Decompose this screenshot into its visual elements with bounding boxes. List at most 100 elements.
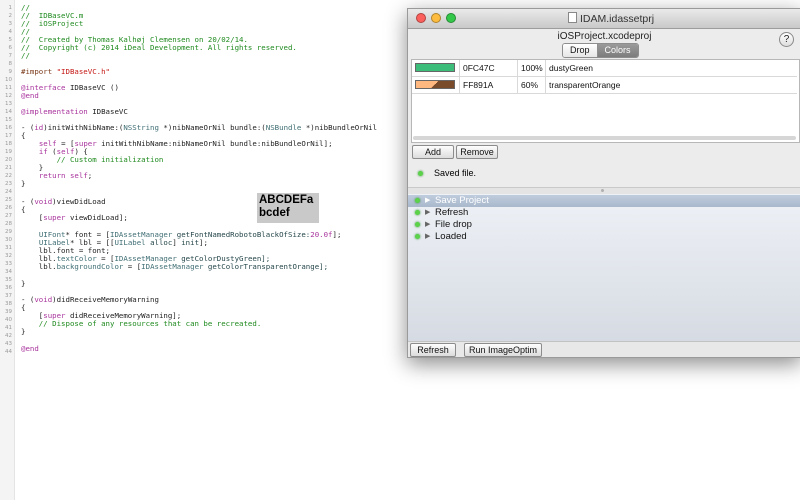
line-number: 27	[5, 213, 12, 219]
code-token: init	[181, 238, 200, 247]
hex-cell[interactable]: 0FC47C	[460, 60, 518, 76]
hex-cell[interactable]: FF891A	[460, 77, 518, 93]
table-row[interactable]: FF891A 60% transparentOrange	[412, 77, 797, 94]
log-item-loaded[interactable]: ▶ Loaded	[408, 231, 800, 243]
project-name: iOSProject.xcodeproj	[557, 31, 652, 42]
log-ok-icon	[415, 210, 420, 215]
line-number: 29	[5, 229, 12, 235]
log-item-file-drop[interactable]: ▶ File drop	[408, 219, 800, 231]
name-cell[interactable]: transparentOrange	[546, 77, 797, 93]
view-segmented-control: Drop Colors	[562, 43, 639, 58]
code-line: }	[21, 179, 26, 188]
code-token: void	[34, 295, 53, 304]
line-number: 30	[5, 237, 12, 243]
zoom-window-icon[interactable]	[446, 13, 456, 23]
code-token: *)nibBundleOrNil	[301, 123, 378, 132]
log-item-refresh[interactable]: ▶ Refresh	[408, 207, 800, 219]
alpha-cell[interactable]: 100%	[518, 60, 546, 76]
line-number: 18	[5, 141, 12, 147]
window-titlebar[interactable]: IDAM.idassetprj	[408, 9, 800, 29]
status-text: Saved file.	[434, 168, 477, 178]
log-item-label: Save Project	[435, 195, 489, 206]
code-token: IDBaseVC	[87, 107, 128, 116]
line-number-gutter: 1 2 3 4 5 6 7 8 9 10 11 12 13 14 15 16 17 18 19 20 21 22 23 24 2…	[0, 0, 15, 500]
line-number: 38	[5, 301, 12, 307]
code-line: }	[21, 327, 26, 336]
disclosure-triangle-icon[interactable]: ▶	[425, 231, 430, 243]
code-line: - (void)viewDidLoad	[21, 198, 106, 206]
line-number: 25	[5, 197, 12, 203]
code-line: @end	[21, 344, 39, 353]
code-token: ]	[172, 238, 182, 247]
line-number: 36	[5, 285, 12, 291]
log-item-label: File drop	[435, 219, 472, 230]
action-log-list[interactable]: ▶ Save Project ▶ Refresh ▶ File drop ▶ L…	[408, 194, 800, 341]
line-number: 10	[5, 77, 12, 83]
code-line: //	[21, 51, 30, 60]
remove-color-button[interactable]: Remove	[456, 145, 498, 159]
line-number: 26	[5, 205, 12, 211]
close-window-icon[interactable]	[416, 13, 426, 23]
code-line: return self;	[21, 172, 92, 180]
tab-colors[interactable]: Colors	[597, 44, 638, 57]
code-token: ;	[87, 171, 93, 180]
log-item-label: Loaded	[435, 231, 467, 242]
alpha-cell[interactable]: 60%	[518, 77, 546, 93]
line-number: 32	[5, 253, 12, 259]
code-line: }	[21, 279, 26, 288]
line-number: 33	[5, 261, 12, 267]
code-token: return	[38, 171, 66, 180]
code-line: // iOSProject	[21, 19, 84, 28]
log-item-label: Refresh	[435, 207, 469, 218]
line-number: 12	[5, 93, 12, 99]
line-number: 41	[5, 325, 12, 331]
line-number: 9	[8, 69, 13, 75]
swatch-cell[interactable]	[412, 60, 460, 76]
run-imageoptim-button[interactable]: Run ImageOptim	[464, 343, 542, 357]
swatch-cell[interactable]	[412, 77, 460, 93]
code-token: ];	[199, 238, 208, 247]
line-number: 4	[8, 29, 13, 35]
disclosure-triangle-icon[interactable]: ▶	[425, 195, 430, 207]
colors-table[interactable]: 0FC47C 100% dustyGreen FF891A 60% transp…	[411, 59, 800, 143]
code-token: "IDBaseVC.h"	[56, 67, 111, 76]
line-number: 20	[5, 157, 12, 163]
line-number: 8	[8, 61, 13, 67]
minimize-window-icon[interactable]	[431, 13, 441, 23]
line-number: 23	[5, 181, 12, 187]
status-bar: Saved file.	[408, 167, 800, 187]
line-number: 2	[8, 13, 13, 19]
log-item-save-project[interactable]: ▶ Save Project	[408, 195, 800, 207]
color-swatch-dustygreen	[415, 63, 455, 72]
code-line: @implementation IDBaseVC	[21, 108, 128, 116]
code-line: - (void)didReceiveMemoryWarning	[21, 296, 159, 304]
disclosure-triangle-icon[interactable]: ▶	[425, 219, 430, 231]
asset-manager-window: IDAM.idassetprj iOSProject.xcodeproj ? D…	[407, 8, 800, 358]
log-ok-icon	[415, 198, 420, 203]
code-token: getColorTransparentOrange];	[203, 262, 329, 271]
line-number: 15	[5, 117, 12, 123]
window-title: IDAM.idassetprj	[568, 12, 654, 25]
disclosure-triangle-icon[interactable]: ▶	[425, 207, 430, 219]
code-token: 20.0f	[310, 230, 333, 239]
tab-drop[interactable]: Drop	[563, 44, 597, 57]
code-line: - (id)initWithNibName:(NSString *)nibNam…	[21, 124, 377, 132]
horizontal-scrollbar[interactable]	[413, 136, 796, 140]
line-number: 16	[5, 125, 12, 131]
table-row[interactable]: 0FC47C 100% dustyGreen	[412, 60, 797, 77]
code-token: #import	[21, 67, 57, 76]
line-number: 19	[5, 149, 12, 155]
log-ok-icon	[415, 222, 420, 227]
line-number: 37	[5, 293, 12, 299]
sample-label-preview: ABCDEFa bcdef	[257, 193, 319, 223]
help-button[interactable]: ?	[779, 32, 794, 47]
line-number: 43	[5, 341, 12, 347]
code-line: // Dispose of any resources that can be …	[21, 319, 262, 328]
document-icon	[568, 12, 577, 23]
add-color-button[interactable]: Add	[412, 145, 454, 159]
line-number: 1	[8, 5, 13, 11]
refresh-button[interactable]: Refresh	[410, 343, 456, 357]
line-number: 34	[5, 269, 12, 275]
name-cell[interactable]: dustyGreen	[546, 60, 797, 76]
code-line: lbl.backgroundColor = [IDAssetManager ge…	[21, 263, 328, 271]
